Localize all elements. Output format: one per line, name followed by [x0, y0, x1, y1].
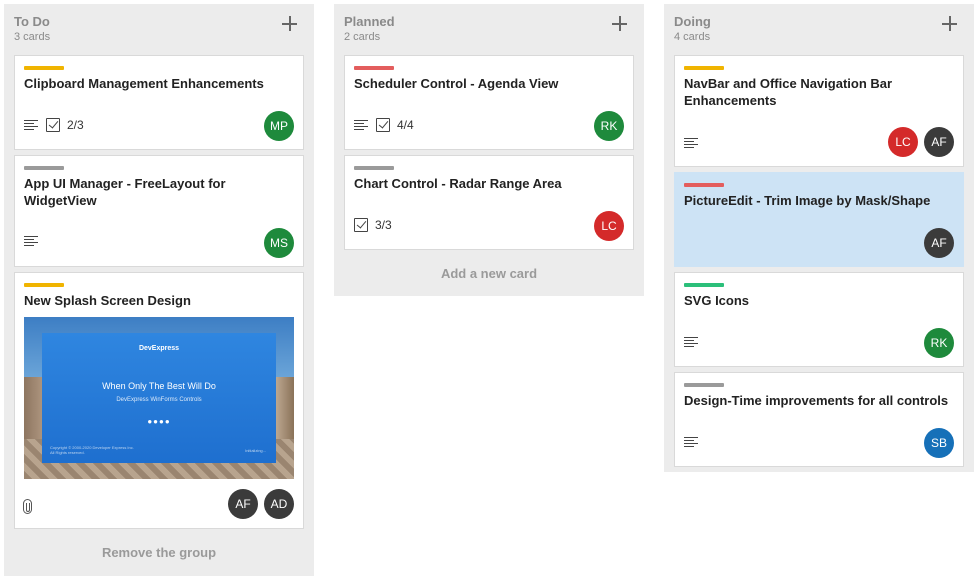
card-tag-green [684, 283, 724, 287]
column-title: Planned [344, 14, 395, 29]
card-assignees: LC AF [888, 127, 954, 157]
description-icon [684, 336, 698, 349]
checklist-progress: 4/4 [397, 118, 414, 132]
splash-status: Initializing... [245, 448, 266, 453]
description-icon [684, 137, 698, 150]
column-title: To Do [14, 14, 50, 29]
card-title: Scheduler Control - Agenda View [354, 76, 559, 91]
column-todo: To Do 3 cards Clipboard Management Enhan… [4, 4, 314, 576]
card-app-ui-manager[interactable]: App UI Manager - FreeLayout for WidgetVi… [14, 155, 304, 267]
card-svg-icons[interactable]: SVG Icons RK [674, 272, 964, 367]
card-meta [684, 134, 706, 152]
avatar[interactable]: AD [264, 489, 294, 519]
column-planned: Planned 2 cards Scheduler Control - Agen… [334, 4, 644, 296]
column-card-count: 2 cards [344, 31, 381, 43]
card-title: Clipboard Management Enhancements [24, 76, 264, 91]
splash-copyright: Copyright © 2000-2020 Developer Express … [50, 445, 134, 455]
card-title: Design-Time improvements for all control… [684, 393, 949, 408]
column-doing: Doing 4 cards NavBar and Office Navigati… [664, 4, 974, 472]
card-meta [684, 333, 706, 351]
avatar[interactable]: AF [228, 489, 258, 519]
card-assignees: RK [924, 328, 954, 358]
column-card-count: 4 cards [674, 31, 711, 43]
card-tag-orange [684, 66, 724, 70]
card-chart-radar-range-area[interactable]: Chart Control - Radar Range Area 3/3 LC [344, 155, 634, 250]
checklist-progress: 2/3 [67, 118, 84, 132]
add-card-plus-icon[interactable] [612, 16, 628, 32]
card-assignees: SB [924, 428, 954, 458]
add-card-plus-icon[interactable] [942, 16, 958, 32]
column-header: Planned 2 cards [344, 14, 634, 46]
avatar[interactable]: LC [594, 211, 624, 241]
card-tag-orange [24, 283, 64, 287]
card-tag-red [354, 66, 394, 70]
card-scheduler-agenda-view[interactable]: Scheduler Control - Agenda View 4/4 RK [344, 55, 634, 150]
description-icon [354, 119, 368, 132]
column-header: To Do 3 cards [14, 14, 304, 46]
checklist-icon [46, 118, 60, 132]
card-meta: 4/4 [354, 116, 414, 134]
card-title: PictureEdit - Trim Image by Mask/Shape [684, 193, 931, 208]
avatar[interactable]: MP [264, 111, 294, 141]
card-new-splash-screen[interactable]: New Splash Screen Design DevExpress When… [14, 272, 304, 529]
card-assignees: MS [264, 228, 294, 258]
column-header: Doing 4 cards [674, 14, 964, 46]
card-meta: 2/3 [24, 116, 84, 134]
add-new-card-button[interactable]: Add a new card [334, 266, 644, 281]
avatar[interactable]: RK [924, 328, 954, 358]
card-title: Chart Control - Radar Range Area [354, 176, 562, 191]
card-title: NavBar and Office Navigation Bar Enhance… [684, 76, 893, 108]
card-meta: 3/3 [354, 216, 392, 234]
checklist-icon [376, 118, 390, 132]
card-tag-red [684, 183, 724, 187]
avatar[interactable]: SB [924, 428, 954, 458]
checklist-icon [354, 218, 368, 232]
card-pictureedit-trim-image[interactable]: PictureEdit - Trim Image by Mask/Shape A… [674, 172, 964, 267]
column-card-count: 3 cards [14, 31, 51, 43]
card-title: App UI Manager - FreeLayout for WidgetVi… [24, 176, 226, 208]
card-assignees: MP [264, 111, 294, 141]
splash-product-name: DevExpress WinForms Controls [116, 397, 202, 403]
card-tag-gray [24, 166, 64, 170]
card-tag-orange [24, 66, 64, 70]
card-assignees: AF [924, 228, 954, 258]
paperclip-icon [23, 499, 32, 514]
card-assignees: AF AD [228, 489, 294, 519]
splash-brand-logo: DevExpress [138, 345, 180, 352]
avatar[interactable]: MS [264, 228, 294, 258]
card-clipboard-management[interactable]: Clipboard Management Enhancements 2/3 MP [14, 55, 304, 150]
card-cover-image: DevExpress When Only The Best Will Do De… [24, 317, 294, 479]
checklist-progress: 3/3 [375, 218, 392, 232]
splash-loading-dots: ●●●● [147, 417, 171, 426]
card-design-time-improvements[interactable]: Design-Time improvements for all control… [674, 372, 964, 467]
column-title: Doing [674, 14, 711, 29]
card-meta [24, 232, 46, 250]
splash-tagline: When Only The Best Will Do [102, 381, 216, 391]
avatar[interactable]: LC [888, 127, 918, 157]
card-title: New Splash Screen Design [24, 293, 191, 308]
card-navbar-enhancements[interactable]: NavBar and Office Navigation Bar Enhance… [674, 55, 964, 167]
kanban-board: To Do 3 cards Clipboard Management Enhan… [0, 0, 977, 580]
avatar[interactable]: AF [924, 228, 954, 258]
card-assignees: RK [594, 111, 624, 141]
card-assignees: LC [594, 211, 624, 241]
description-icon [684, 436, 698, 449]
avatar[interactable]: RK [594, 111, 624, 141]
add-card-plus-icon[interactable] [282, 16, 298, 32]
splash-screen-preview: DevExpress When Only The Best Will Do De… [42, 333, 276, 463]
card-tag-gray [354, 166, 394, 170]
card-title: SVG Icons [684, 293, 750, 308]
card-meta [684, 433, 706, 451]
description-icon [24, 119, 38, 132]
avatar[interactable]: AF [924, 127, 954, 157]
remove-group-button[interactable]: Remove the group [4, 545, 314, 560]
description-icon [24, 235, 38, 248]
card-tag-gray [684, 383, 724, 387]
